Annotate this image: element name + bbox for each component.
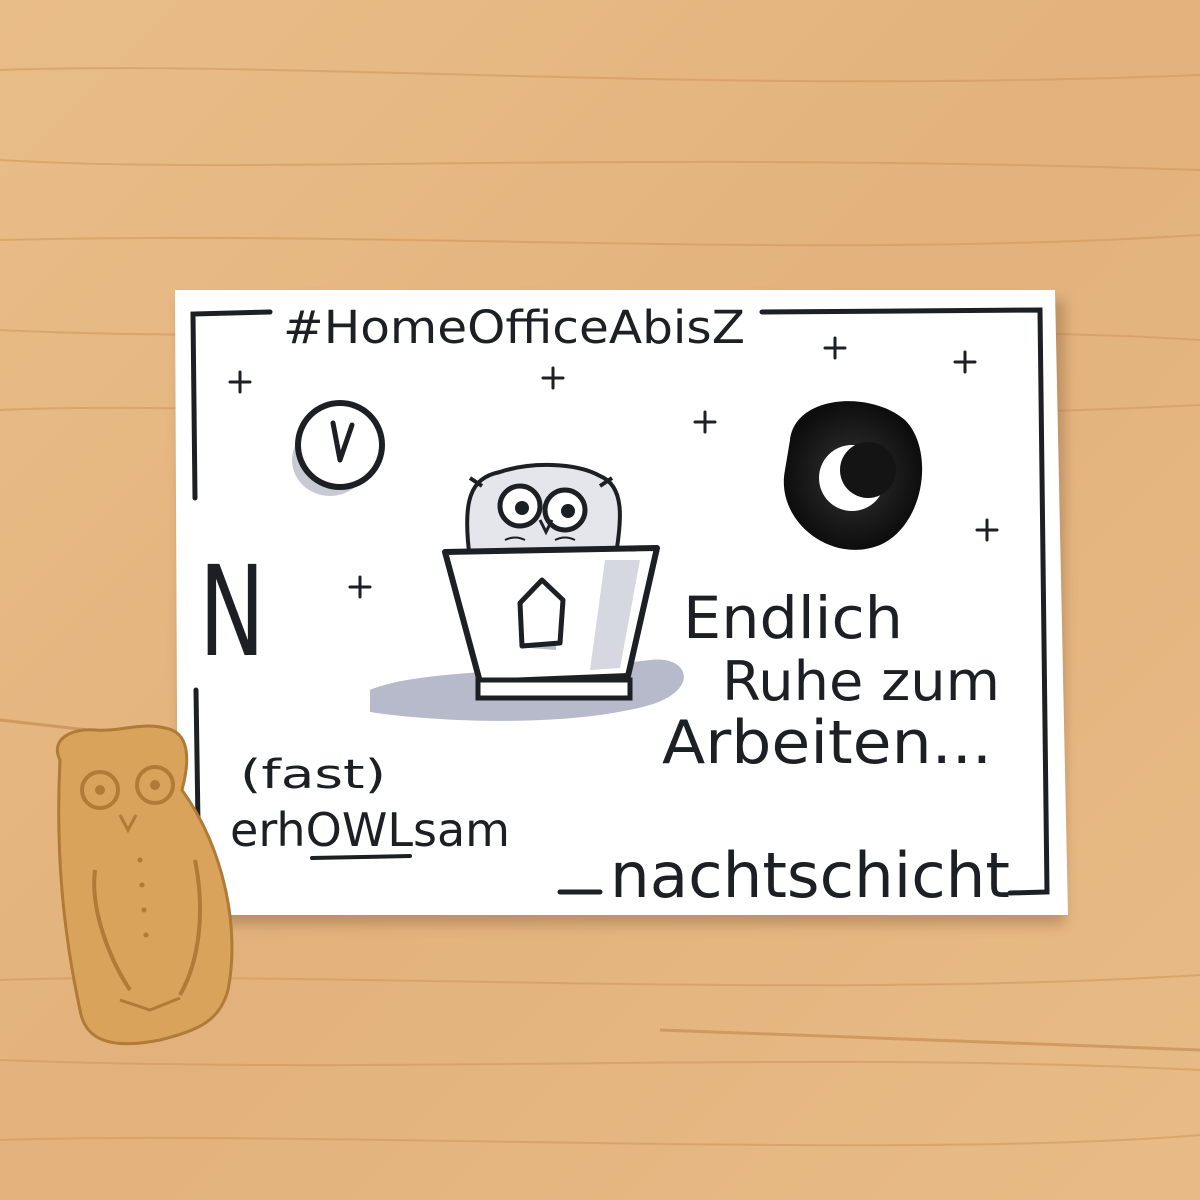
subtitle-line-2: erhOWLsam	[230, 803, 510, 857]
owl-drawing	[465, 462, 622, 562]
hashtag-title: #HomeOfficeAbisZ	[283, 301, 745, 354]
message-line-3: Arbeiten...	[662, 708, 992, 778]
moon-icon	[783, 401, 923, 550]
message-line-1: Endlich	[683, 584, 903, 652]
alphabet-letter: N	[199, 540, 265, 685]
message-line-2: Ruhe zum	[722, 650, 1000, 713]
owl-underline	[310, 854, 412, 860]
photo-scene: #HomeOfficeAbisZ N Endlich Ruhe zum Arbe…	[0, 0, 1200, 1200]
subtitle-line-1: (fast)	[240, 752, 386, 798]
footer-word: nachtschicht	[610, 839, 1010, 912]
